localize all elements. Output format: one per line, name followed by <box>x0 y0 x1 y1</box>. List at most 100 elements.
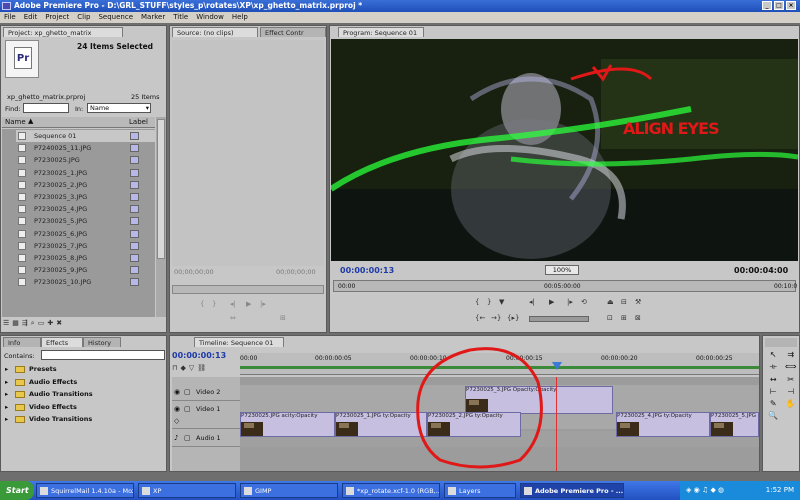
rolling-edit-tool-icon[interactable]: ⟺ <box>784 362 799 372</box>
effects-folder[interactable]: ▸ Video Effects <box>3 401 163 413</box>
lock-icon[interactable]: ▢ <box>184 405 191 413</box>
tray-icons[interactable]: ◈ ◉ ♫ ◆ ◍ <box>686 481 724 500</box>
project-list-item[interactable]: P7230025_7.JPG <box>16 240 155 252</box>
tab-effects[interactable]: Effects <box>41 337 83 347</box>
program-current-timecode[interactable]: 00:00:00:13 <box>340 266 394 275</box>
effects-folder[interactable]: ▸ Audio Transitions <box>3 388 163 400</box>
column-label[interactable]: Label <box>129 118 148 126</box>
ripple-edit-tool-icon[interactable]: ⟛ <box>766 362 781 372</box>
project-list-item[interactable]: P7230025_1.JPG <box>16 167 155 179</box>
playhead-line[interactable] <box>556 377 557 471</box>
menu-help[interactable]: Help <box>232 12 248 23</box>
program-time-ruler[interactable]: 00:00 00:05:00:00 00:10:0 <box>333 280 797 292</box>
automate-icon[interactable]: ⇶ <box>22 319 28 331</box>
menu-window[interactable]: Window <box>196 12 224 23</box>
menu-project[interactable]: Project <box>45 12 69 23</box>
taskbar-item-active[interactable]: Adobe Premiere Pro - ... <box>520 483 624 498</box>
effects-folder[interactable]: ▸ Presets <box>3 363 163 375</box>
lock-icon[interactable]: ▢ <box>184 434 191 442</box>
export-frame-icon[interactable]: ⚒ <box>635 298 641 306</box>
label-color-swatch[interactable] <box>130 193 139 201</box>
label-color-swatch[interactable] <box>130 241 139 250</box>
in-select[interactable]: Name ▾ <box>87 103 151 113</box>
label-color-swatch[interactable] <box>130 205 139 214</box>
start-button[interactable]: Start <box>0 481 34 500</box>
minimize-button[interactable]: _ <box>762 1 772 10</box>
find-icon[interactable]: ⌕ <box>31 319 35 331</box>
expand-triangle-icon[interactable]: ▸ <box>5 376 8 388</box>
step-forward-icon[interactable]: |▸ <box>567 298 573 306</box>
scroll-thumb[interactable] <box>157 119 165 259</box>
expand-triangle-icon[interactable]: ▸ <box>5 363 8 375</box>
zoom-tool-icon[interactable]: 🔍 <box>766 411 781 420</box>
menu-edit[interactable]: Edit <box>24 12 38 23</box>
label-color-swatch[interactable] <box>130 132 139 140</box>
tab-project[interactable]: Project: xp_ghetto_matrix <box>3 27 123 37</box>
menu-file[interactable]: File <box>4 12 16 23</box>
label-color-swatch[interactable] <box>130 254 139 262</box>
link-icon[interactable]: ⛓ <box>197 364 206 376</box>
source-step-back-icon[interactable]: ◂| <box>230 300 236 308</box>
selection-tool-icon[interactable]: ↖ <box>766 350 781 359</box>
marker-icon[interactable]: ▽ <box>189 364 194 376</box>
new-item-icon[interactable]: ✚ <box>47 319 53 331</box>
rate-stretch-tool-icon[interactable]: ↔ <box>766 375 781 384</box>
loop-icon[interactable]: ⟲ <box>581 298 587 306</box>
menu-clip[interactable]: Clip <box>77 12 90 23</box>
lock-icon[interactable]: ▢ <box>184 388 191 396</box>
label-color-swatch[interactable] <box>130 168 139 177</box>
label-color-swatch[interactable] <box>130 229 139 238</box>
timeline-clip[interactable]: P7230025_4.JPG ty:Opacity <box>616 412 710 437</box>
source-step-forward-icon[interactable]: |▸ <box>260 300 266 308</box>
maximize-button[interactable]: □ <box>774 1 784 10</box>
source-play-icon[interactable]: ▶ <box>246 300 251 308</box>
project-list-item[interactable]: P7230025.JPG <box>16 154 155 166</box>
tab-source[interactable]: Source: (no clips) <box>172 27 258 37</box>
effects-folder[interactable]: ▸ Audio Effects <box>3 376 163 388</box>
label-color-swatch[interactable] <box>130 217 139 226</box>
eye-icon[interactable]: ◉ <box>174 405 180 413</box>
timeline-clip[interactable]: P7230025_5.JPG <box>710 412 759 437</box>
project-scrollbar[interactable] <box>156 117 166 317</box>
column-name[interactable]: Name <box>5 118 26 126</box>
taskbar-item[interactable]: GIMP <box>240 483 338 498</box>
label-color-swatch[interactable] <box>130 266 139 275</box>
tab-history[interactable]: History <box>83 337 121 347</box>
taskbar-item[interactable]: Layers <box>444 483 516 498</box>
project-list-item[interactable]: P7230025_4.JPG <box>16 203 155 215</box>
expand-triangle-icon[interactable]: ▸ <box>5 388 8 400</box>
trim-monitor-icon[interactable]: ⊡ <box>607 314 613 322</box>
clear-icon[interactable]: ✖ <box>56 319 62 331</box>
label-color-swatch[interactable] <box>130 180 139 189</box>
go-to-out-icon[interactable]: →} <box>491 314 501 322</box>
label-color-swatch[interactable] <box>130 144 139 153</box>
keyframe-icon[interactable]: ◇ <box>174 417 179 425</box>
taskbar-item[interactable]: *xp_rotate.xcf-1.0 (RGB,... <box>342 483 440 498</box>
safe-margins-icon[interactable]: ⊞ <box>621 314 627 322</box>
source-time-ruler[interactable] <box>172 285 324 294</box>
razor-tool-icon[interactable]: ✂ <box>784 375 799 384</box>
eye-icon[interactable]: ◉ <box>174 388 180 396</box>
tab-timeline[interactable]: Timeline: Sequence 01 <box>194 337 284 347</box>
snap-icon[interactable]: ⊓ <box>172 364 177 376</box>
zoom-select[interactable]: 100% <box>545 265 579 275</box>
menu-title[interactable]: Title <box>173 12 188 23</box>
effects-search-input[interactable] <box>41 350 165 360</box>
menu-sequence[interactable]: Sequence <box>98 12 133 23</box>
project-list-item[interactable]: P7230025_10.JPG <box>16 276 155 288</box>
play-icon[interactable]: ▶ <box>549 298 554 306</box>
mark-out-icon[interactable]: } <box>487 298 491 306</box>
label-color-swatch[interactable] <box>130 278 139 287</box>
menu-marker[interactable]: Marker <box>141 12 165 23</box>
pen-tool-icon[interactable]: ✎ <box>766 399 781 408</box>
source-mark-in-icon[interactable]: { <box>200 300 204 308</box>
jog-shuttle[interactable] <box>529 316 589 322</box>
find-input[interactable] <box>23 103 69 113</box>
list-view-icon[interactable]: ☰ <box>3 319 9 331</box>
lift-icon[interactable]: ⏏ <box>607 298 614 306</box>
effects-folder[interactable]: ▸ Video Transitions <box>3 413 163 425</box>
project-list-item[interactable]: P7230025_9.JPG <box>16 264 155 276</box>
project-list-item[interactable]: P7230025_8.JPG <box>16 252 155 264</box>
timeline-clip[interactable]: P7230025.JPG acity:Opacity <box>240 412 335 437</box>
tab-info[interactable]: Info <box>3 337 41 347</box>
